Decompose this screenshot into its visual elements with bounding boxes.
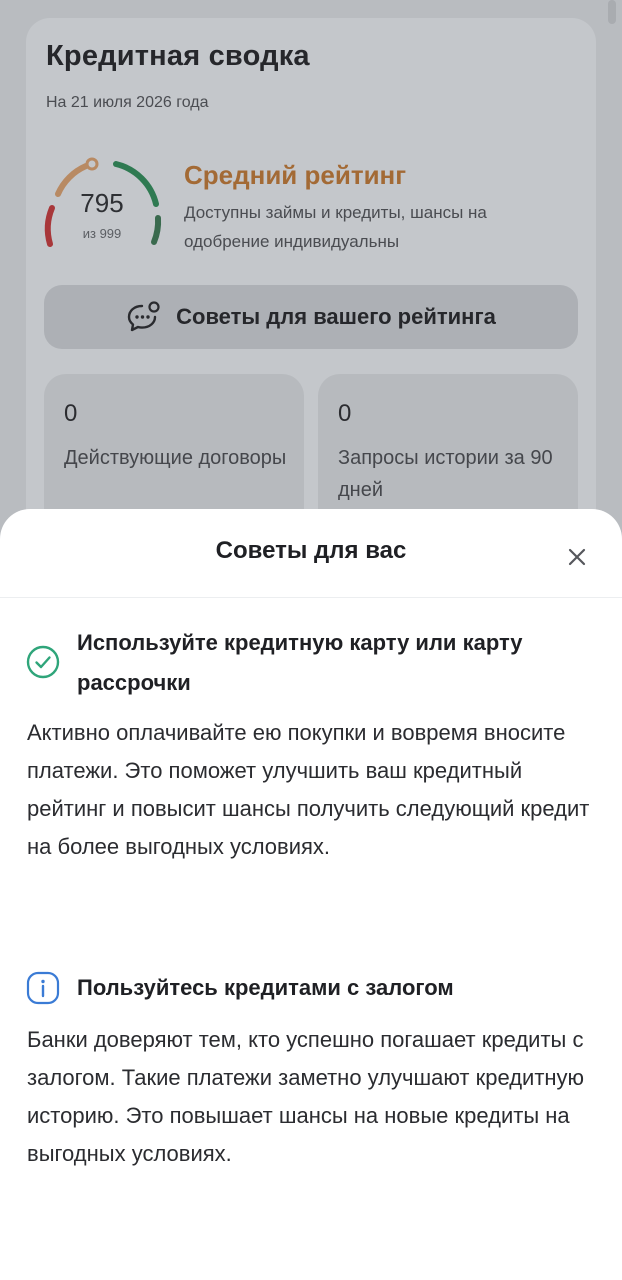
tip-body: Банки доверяют тем, кто успешно погашает… bbox=[27, 1027, 585, 1166]
stat-value: 0 bbox=[338, 400, 352, 427]
close-icon bbox=[568, 548, 586, 566]
sheet-title: Советы для вас bbox=[215, 537, 407, 564]
chat-tips-icon bbox=[127, 301, 160, 332]
tip-body: Активно оплачивайте ею покупки и вовремя… bbox=[27, 720, 590, 859]
tip-heading: Используйте кредитную карту или карту ра… bbox=[77, 630, 523, 695]
stat-label: Запросы истории за 90 дней bbox=[338, 447, 553, 501]
credit-score: 795 bbox=[80, 188, 124, 218]
rating-title: Средний рейтинг bbox=[184, 160, 407, 190]
stat-value: 0 bbox=[64, 400, 78, 427]
tip-heading: Пользуйтесь кредитами с залогом bbox=[77, 975, 454, 1000]
scrollbar bbox=[608, 0, 616, 24]
page-title: Кредитная сводка bbox=[46, 40, 310, 72]
rating-tips-button[interactable]: Советы для вашего рейтинга bbox=[44, 285, 578, 349]
gauge-red-segment bbox=[44, 205, 55, 247]
rating-tips-button-label: Советы для вашего рейтинга bbox=[176, 304, 496, 329]
rating-description: Доступны займы и кредиты, шансы на одобр… bbox=[184, 203, 487, 251]
summary-date: На 21 июля 2026 года bbox=[46, 94, 209, 111]
sheet-divider bbox=[0, 597, 622, 598]
gauge-green-segment-lower bbox=[151, 215, 162, 245]
tips-bottom-sheet: Советы для вас Используйте кредитную кар… bbox=[0, 509, 622, 1280]
close-button[interactable] bbox=[562, 542, 592, 572]
info-icon bbox=[26, 971, 60, 1005]
gauge-marker bbox=[85, 157, 99, 171]
credit-score-max: из 999 bbox=[82, 226, 122, 241]
check-circle-icon bbox=[26, 645, 60, 679]
stat-label: Действующие договоры bbox=[64, 447, 287, 469]
